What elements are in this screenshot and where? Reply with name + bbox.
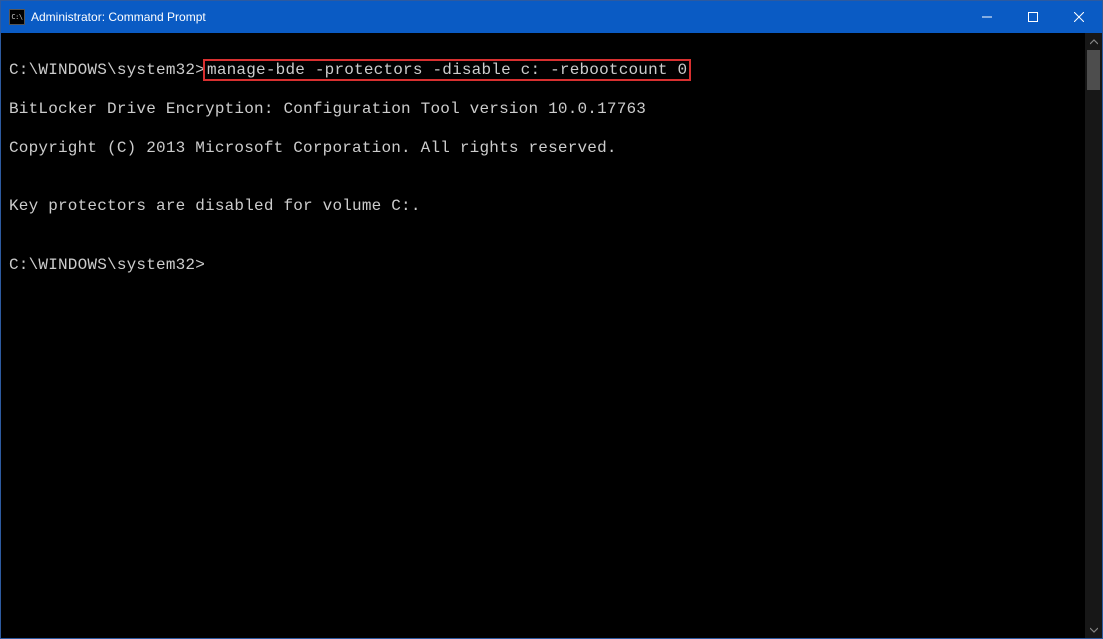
- prompt-text: C:\WINDOWS\system32>: [9, 61, 205, 79]
- chevron-up-icon: [1090, 38, 1098, 46]
- chevron-down-icon: [1090, 626, 1098, 634]
- maximize-button[interactable]: [1010, 1, 1056, 33]
- window-controls: [964, 1, 1102, 33]
- prompt-text: C:\WINDOWS\system32>: [9, 256, 205, 274]
- prompt-line: C:\WINDOWS\system32>: [9, 256, 1085, 276]
- scroll-down-button[interactable]: [1085, 621, 1102, 638]
- console-output[interactable]: C:\WINDOWS\system32>manage-bde -protecto…: [1, 33, 1085, 638]
- close-icon: [1074, 12, 1084, 22]
- maximize-icon: [1028, 12, 1038, 22]
- console-area: C:\WINDOWS\system32>manage-bde -protecto…: [1, 33, 1102, 638]
- output-line: BitLocker Drive Encryption: Configuratio…: [9, 100, 1085, 120]
- prompt-line: C:\WINDOWS\system32>manage-bde -protecto…: [9, 61, 1085, 81]
- scroll-track[interactable]: [1085, 50, 1102, 621]
- app-icon: C:\: [9, 9, 25, 25]
- window-title: Administrator: Command Prompt: [31, 10, 964, 24]
- scroll-up-button[interactable]: [1085, 33, 1102, 50]
- close-button[interactable]: [1056, 1, 1102, 33]
- output-line: Copyright (C) 2013 Microsoft Corporation…: [9, 139, 1085, 159]
- titlebar[interactable]: C:\ Administrator: Command Prompt: [1, 1, 1102, 33]
- vertical-scrollbar[interactable]: [1085, 33, 1102, 638]
- minimize-button[interactable]: [964, 1, 1010, 33]
- scroll-thumb[interactable]: [1087, 50, 1100, 90]
- minimize-icon: [982, 12, 992, 22]
- output-line: Key protectors are disabled for volume C…: [9, 197, 1085, 217]
- command-prompt-window: C:\ Administrator: Command Prompt C:\WIN…: [0, 0, 1103, 639]
- highlighted-command: manage-bde -protectors -disable c: -rebo…: [203, 59, 691, 81]
